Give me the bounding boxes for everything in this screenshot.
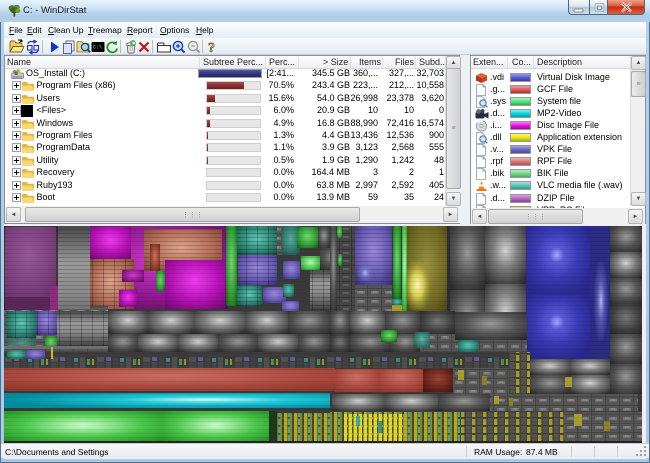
svg-text:C:\: C:\ (93, 45, 102, 51)
svg-text:?: ? (208, 41, 215, 55)
